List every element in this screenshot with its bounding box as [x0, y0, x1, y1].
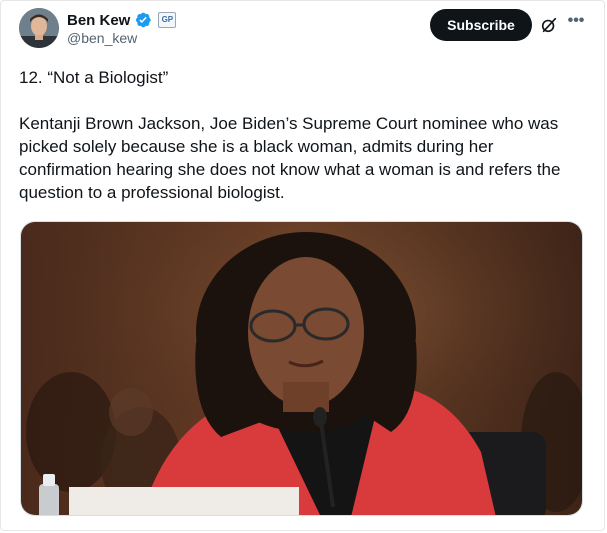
post-body: Kentanji Brown Jackson, Joe Biden’s Supr…: [19, 114, 561, 202]
post-heading: 12. “Not a Biologist”: [19, 68, 169, 87]
verified-badge-icon[interactable]: [134, 11, 152, 29]
media-photo: [21, 222, 582, 515]
author-name-row: Ben Kew GP: [67, 10, 177, 30]
post-media[interactable]: [20, 221, 583, 516]
author-handle[interactable]: @ben_kew: [67, 30, 137, 46]
affiliate-badge[interactable]: GP: [158, 12, 177, 28]
more-icon[interactable]: •••: [566, 12, 586, 32]
avatar[interactable]: [19, 8, 59, 48]
subscribe-button[interactable]: Subscribe: [430, 9, 532, 41]
author-display-name[interactable]: Ben Kew: [67, 12, 130, 29]
post-text: 12. “Not a Biologist” Kentanji Brown Jac…: [19, 66, 589, 204]
avatar-image: [19, 8, 59, 48]
grok-icon[interactable]: [540, 16, 558, 34]
